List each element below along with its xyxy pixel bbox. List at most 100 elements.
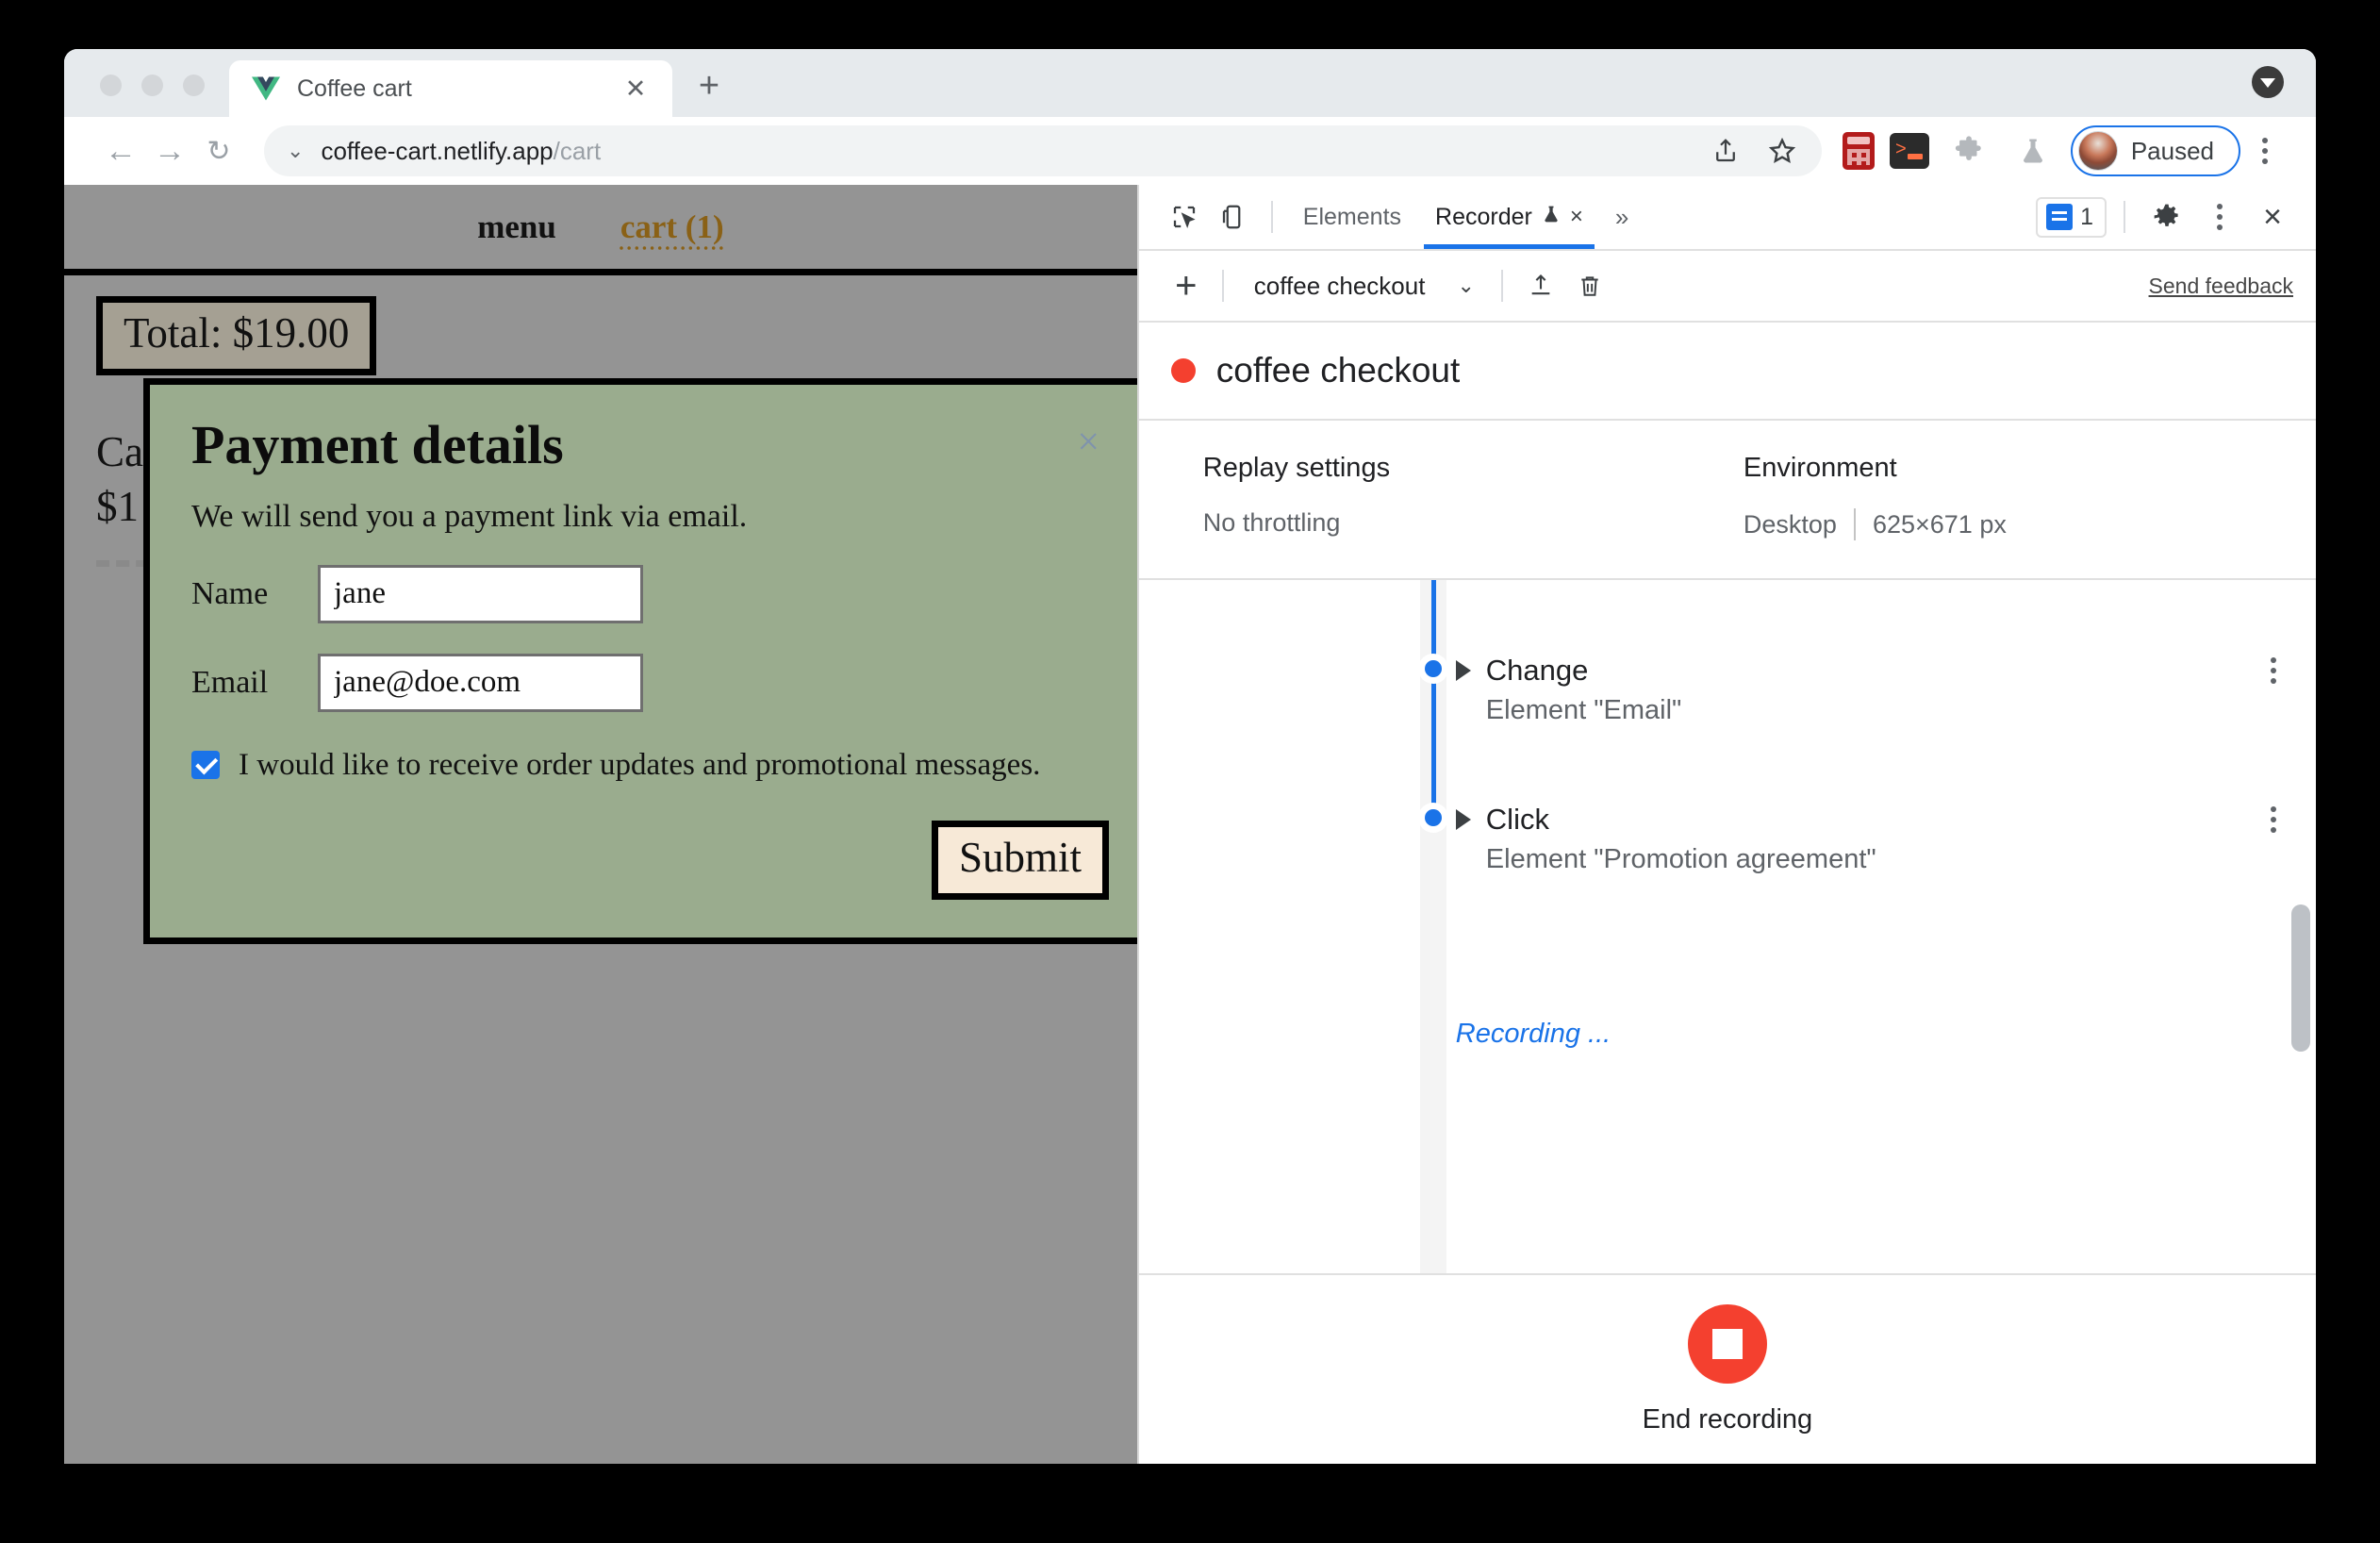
tab-elements-label: Elements [1302, 203, 1402, 230]
add-recording-button[interactable]: + [1164, 265, 1209, 307]
profile-status-label: Paused [2130, 136, 2214, 165]
send-feedback-link[interactable]: Send feedback [2149, 274, 2293, 299]
recorder-step-list: Change Element "Email" Click Element "Pr… [1138, 580, 2316, 1275]
recorder-toolbar: + coffee checkout ⌄ Send feedback [1138, 251, 2316, 323]
promotion-agreement-label: I would like to receive order updates an… [239, 747, 1041, 782]
step-change[interactable]: Change Element "Email" [1139, 654, 2316, 726]
step-menu-kebab-icon[interactable] [2271, 803, 2276, 833]
tab-recorder-label: Recorder [1435, 203, 1532, 230]
email-field-row: Email [191, 653, 1109, 712]
replay-settings-heading: Replay settings [1202, 453, 1391, 483]
name-label: Name [191, 575, 269, 611]
calculator-extension-icon[interactable] [1842, 132, 1875, 170]
back-arrow-icon[interactable]: ← [96, 126, 145, 175]
browser-tab-strip: Coffee cart ✕ + [64, 49, 2316, 117]
promotion-agreement-row[interactable]: I would like to receive order updates an… [191, 748, 1109, 783]
throttling-value: No throttling [1202, 508, 1341, 537]
submit-button[interactable]: Submit [931, 820, 1109, 900]
recording-title-bar: coffee checkout [1138, 323, 2316, 421]
url-host: coffee-cart.netlify.app [321, 136, 554, 165]
more-tabs-icon[interactable]: » [1600, 203, 1644, 232]
devtools-panel: Elements Recorder × » 1 × + coffee check… [1136, 185, 2316, 1464]
devtools-kebab-icon[interactable] [2195, 192, 2244, 241]
nav-link-cart[interactable]: cart (1) [620, 208, 724, 246]
star-icon[interactable] [1758, 126, 1807, 175]
environment-divider [1853, 508, 1856, 540]
tabbar-right-divider [2124, 201, 2125, 233]
browser-menu-kebab-icon[interactable] [2240, 126, 2289, 175]
recording-status-dot [1170, 358, 1196, 383]
viewport-and-devtools: menu cart (1) Total: $19.00 Ca $1 x 00 P… [64, 185, 2316, 1464]
export-upload-icon[interactable] [1516, 261, 1565, 310]
modal-title: Payment details [191, 414, 564, 475]
email-input[interactable] [318, 653, 643, 712]
total-button[interactable]: Total: $19.00 [96, 296, 377, 375]
browser-window: Coffee cart ✕ + ← → ↻ ⌄ coffee-cart.netl… [64, 49, 2316, 1464]
terminal-extension-icon[interactable]: > [1889, 133, 1929, 169]
name-input[interactable] [318, 564, 643, 623]
step-click[interactable]: Click Element "Promotion agreement" [1139, 803, 2316, 875]
profile-paused-pill[interactable]: Paused [2070, 125, 2240, 176]
step-description: Element "Promotion agreement" [1485, 844, 1876, 874]
minimize-window-button[interactable] [141, 75, 163, 96]
recording-settings: Replay settings No throttling Environmen… [1138, 421, 2316, 580]
step-body: Click Element "Promotion agreement" [1455, 803, 2271, 875]
tab-strip-right-actions [2252, 66, 2316, 117]
close-devtools-icon[interactable]: × [2248, 192, 2297, 241]
environment-value: Desktop 625×671 px [1744, 508, 2284, 540]
maximize-window-button[interactable] [183, 75, 205, 96]
modal-actions: Submit [191, 820, 1109, 900]
modal-header: Payment details × [191, 414, 1109, 475]
gear-icon[interactable] [2142, 192, 2191, 241]
web-page-coffee-cart: menu cart (1) Total: $19.00 Ca $1 x 00 P… [64, 185, 1137, 1464]
step-dot [1417, 803, 1448, 833]
name-field-row: Name [191, 564, 1109, 623]
trash-icon[interactable] [1565, 261, 1614, 310]
promotion-agreement-checkbox[interactable] [191, 751, 220, 780]
new-tab-button[interactable]: + [689, 66, 729, 106]
environment-viewport: 625×671 px [1872, 509, 2007, 539]
step-dot [1417, 654, 1448, 684]
recording-title: coffee checkout [1215, 351, 1461, 390]
cart-item-text: Ca $1 [96, 425, 143, 534]
device-toolbar-icon[interactable] [1209, 192, 1258, 241]
url-bar[interactable]: ⌄ coffee-cart.netlify.app/cart [264, 125, 1822, 176]
step-type: Click [1485, 803, 1549, 836]
issues-message-icon [2046, 204, 2074, 230]
step-description: Element "Email" [1485, 695, 1682, 725]
step-menu-kebab-icon[interactable] [2271, 654, 2276, 684]
step-header[interactable]: Change [1455, 654, 2271, 688]
email-label: Email [191, 664, 269, 700]
tab-elements[interactable]: Elements [1286, 185, 1418, 249]
stop-recording-icon[interactable] [1687, 1303, 1767, 1384]
close-recorder-tab-icon[interactable]: × [1570, 204, 1583, 230]
expand-caret-icon[interactable] [1455, 809, 1471, 830]
step-body: Change Element "Email" [1455, 654, 2271, 726]
tab-recorder[interactable]: Recorder × [1418, 185, 1600, 249]
close-tab-button[interactable]: ✕ [620, 73, 652, 105]
close-icon[interactable]: × [1077, 417, 1109, 462]
expand-caret-icon[interactable] [1455, 660, 1471, 681]
share-icon[interactable] [1701, 126, 1750, 175]
extensions-puzzle-icon[interactable] [1944, 126, 1993, 175]
issues-badge[interactable]: 1 [2036, 196, 2107, 238]
flask-icon[interactable] [2008, 126, 2058, 175]
step-list-scrollbar[interactable] [2291, 904, 2310, 1052]
close-window-button[interactable] [100, 75, 122, 96]
recording-select[interactable]: coffee checkout ⌄ [1241, 272, 1488, 301]
nav-link-menu[interactable]: menu [477, 208, 556, 246]
inspect-element-icon[interactable] [1160, 192, 1209, 241]
issues-count: 1 [2080, 203, 2093, 230]
replay-settings-value[interactable]: No throttling [1203, 508, 1744, 538]
reload-icon[interactable]: ↻ [194, 126, 243, 175]
browser-address-bar: ← → ↻ ⌄ coffee-cart.netlify.app/cart > P… [64, 117, 2316, 185]
forward-arrow-icon[interactable]: → [145, 126, 194, 175]
recorder-footer: End recording [1139, 1275, 2316, 1464]
cart-item-name: Ca [96, 428, 143, 475]
tab-search-icon[interactable] [2252, 66, 2284, 98]
chevron-down-icon[interactable]: ⌄ [287, 139, 304, 163]
vue-logo-icon [252, 76, 280, 101]
browser-tab[interactable]: Coffee cart ✕ [229, 60, 672, 117]
step-header[interactable]: Click [1455, 803, 2271, 837]
avatar [2077, 131, 2118, 171]
